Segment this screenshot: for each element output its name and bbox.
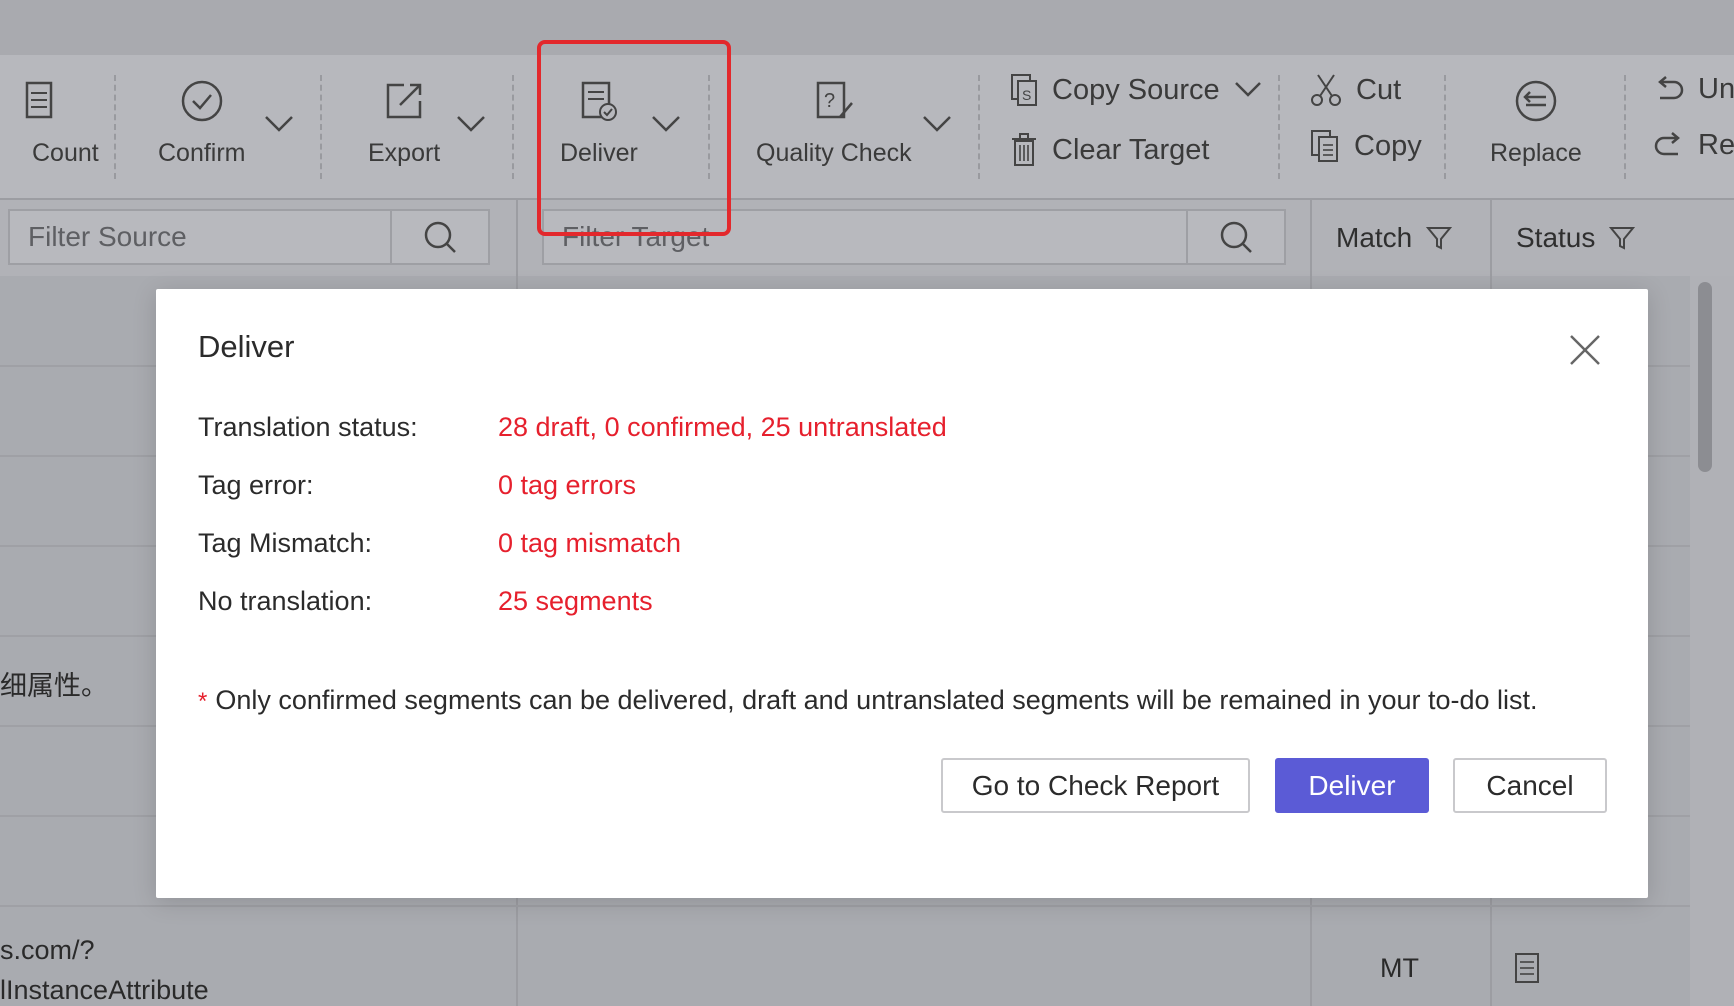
scrollbar-track[interactable] <box>1690 276 1734 1006</box>
svg-text:?: ? <box>824 90 835 112</box>
divider <box>1278 75 1280 179</box>
clear-target-label: Clear Target <box>1052 133 1210 166</box>
match-filter-icon[interactable] <box>1426 225 1453 251</box>
cut-label: Cut <box>1356 73 1402 106</box>
source-cell-text: 细属性。 <box>0 671 108 701</box>
undo-icon <box>1658 75 1684 99</box>
required-star: * <box>198 688 208 715</box>
translation-status-value: 28 draft, 0 confirmed, 25 untranslated <box>498 412 947 442</box>
resize-handle-icon[interactable]: ⋮ <box>1726 720 1734 751</box>
confirm-label: Confirm <box>158 139 246 167</box>
deliver-highlight-box <box>537 40 731 236</box>
deliver-dialog: Deliver Translation status: 28 draft, 0 … <box>156 289 1648 898</box>
copy-label: Copy <box>1354 129 1422 162</box>
divider <box>1444 75 1446 179</box>
tag-error-value: 0 tag errors <box>498 470 637 500</box>
filter-source-search-button[interactable] <box>390 209 490 265</box>
search-icon <box>1220 221 1252 253</box>
match-cell-value: MT <box>1380 953 1419 983</box>
check-circle-icon <box>180 75 224 127</box>
undo-label: Un <box>1698 73 1734 105</box>
source-cell-text: lInstanceAttribute <box>0 975 209 1005</box>
replace-label: Replace <box>1490 139 1582 167</box>
status-filter-icon[interactable] <box>1609 225 1636 251</box>
redo-icon <box>1654 131 1680 155</box>
divider <box>512 75 514 179</box>
divider <box>978 75 980 179</box>
svg-text:S: S <box>1022 87 1031 103</box>
toolbar: Count Confirm Export Deliver ? Quality C… <box>0 55 1734 200</box>
dialog-note: * Only confirmed segments can be delivere… <box>198 685 1538 716</box>
divider <box>1624 75 1626 179</box>
copy-source-label: Copy Source <box>1052 73 1220 106</box>
status-doc-icon[interactable] <box>1514 952 1542 984</box>
close-icon[interactable] <box>1568 333 1602 367</box>
redo-button[interactable]: Re <box>1654 129 1734 162</box>
dialog-title: Deliver <box>198 329 295 364</box>
tag-mismatch-label: Tag Mismatch: <box>198 528 373 558</box>
filter-target-search-button[interactable] <box>1186 209 1286 265</box>
no-translation-value: 25 segments <box>498 586 653 616</box>
status-header-label: Status <box>1516 222 1596 253</box>
search-icon <box>424 221 456 253</box>
cut-button[interactable]: Cut <box>1310 73 1401 107</box>
confirm-button[interactable]: Confirm <box>158 75 246 168</box>
export-icon <box>382 75 426 127</box>
copy-source-button[interactable]: S Copy Source <box>1010 73 1262 107</box>
filter-source-input[interactable]: Filter Source <box>8 209 392 265</box>
quality-check-label: Quality Check <box>756 139 912 167</box>
cancel-button[interactable]: Cancel <box>1453 758 1607 813</box>
quality-check-icon: ? <box>812 75 856 127</box>
status-column-header[interactable]: Status <box>1516 200 1636 276</box>
replace-icon <box>1514 75 1558 127</box>
trash-icon <box>1012 133 1036 166</box>
export-label: Export <box>368 139 441 167</box>
undo-button[interactable]: Un <box>1654 73 1734 106</box>
copy-source-icon: S <box>1011 74 1037 106</box>
top-bar <box>0 0 1734 55</box>
copy-button[interactable]: Copy <box>1310 129 1422 163</box>
quality-check-chevron-down-icon[interactable] <box>922 115 952 133</box>
divider <box>114 75 116 179</box>
no-translation-label: No translation: <box>198 586 373 616</box>
row-divider <box>0 905 1690 907</box>
source-cell-text: s.com/? <box>0 935 95 965</box>
copy-icon <box>1311 130 1338 162</box>
export-button[interactable]: Export <box>368 75 440 168</box>
go-to-check-report-button[interactable]: Go to Check Report <box>941 758 1250 813</box>
replace-button[interactable]: Replace <box>1490 75 1582 168</box>
translation-status-label: Translation status: <box>198 412 418 442</box>
deliver-button[interactable]: Deliver <box>1275 758 1429 813</box>
confirm-chevron-down-icon[interactable] <box>264 115 294 133</box>
tag-mismatch-value: 0 tag mismatch <box>498 528 682 558</box>
divider <box>320 75 322 179</box>
export-chevron-down-icon[interactable] <box>456 115 486 133</box>
tag-error-label: Tag error: <box>198 470 314 500</box>
filter-source-placeholder: Filter Source <box>28 221 187 252</box>
quality-check-button[interactable]: ? Quality Check <box>756 75 912 168</box>
scrollbar-thumb[interactable] <box>1698 282 1712 472</box>
match-column-header[interactable]: Match <box>1336 200 1453 276</box>
match-header-label: Match <box>1336 222 1413 253</box>
dialog-note-text: Only confirmed segments can be delivered… <box>215 685 1538 715</box>
redo-label: Re <box>1698 129 1734 161</box>
copy-source-chevron-down-icon[interactable] <box>1234 81 1262 99</box>
count-label: Count <box>32 139 99 167</box>
count-button[interactable]: Count <box>0 75 99 168</box>
count-icon <box>25 75 65 127</box>
clear-target-button[interactable]: Clear Target <box>1010 133 1209 167</box>
scissors-icon <box>1311 74 1341 106</box>
